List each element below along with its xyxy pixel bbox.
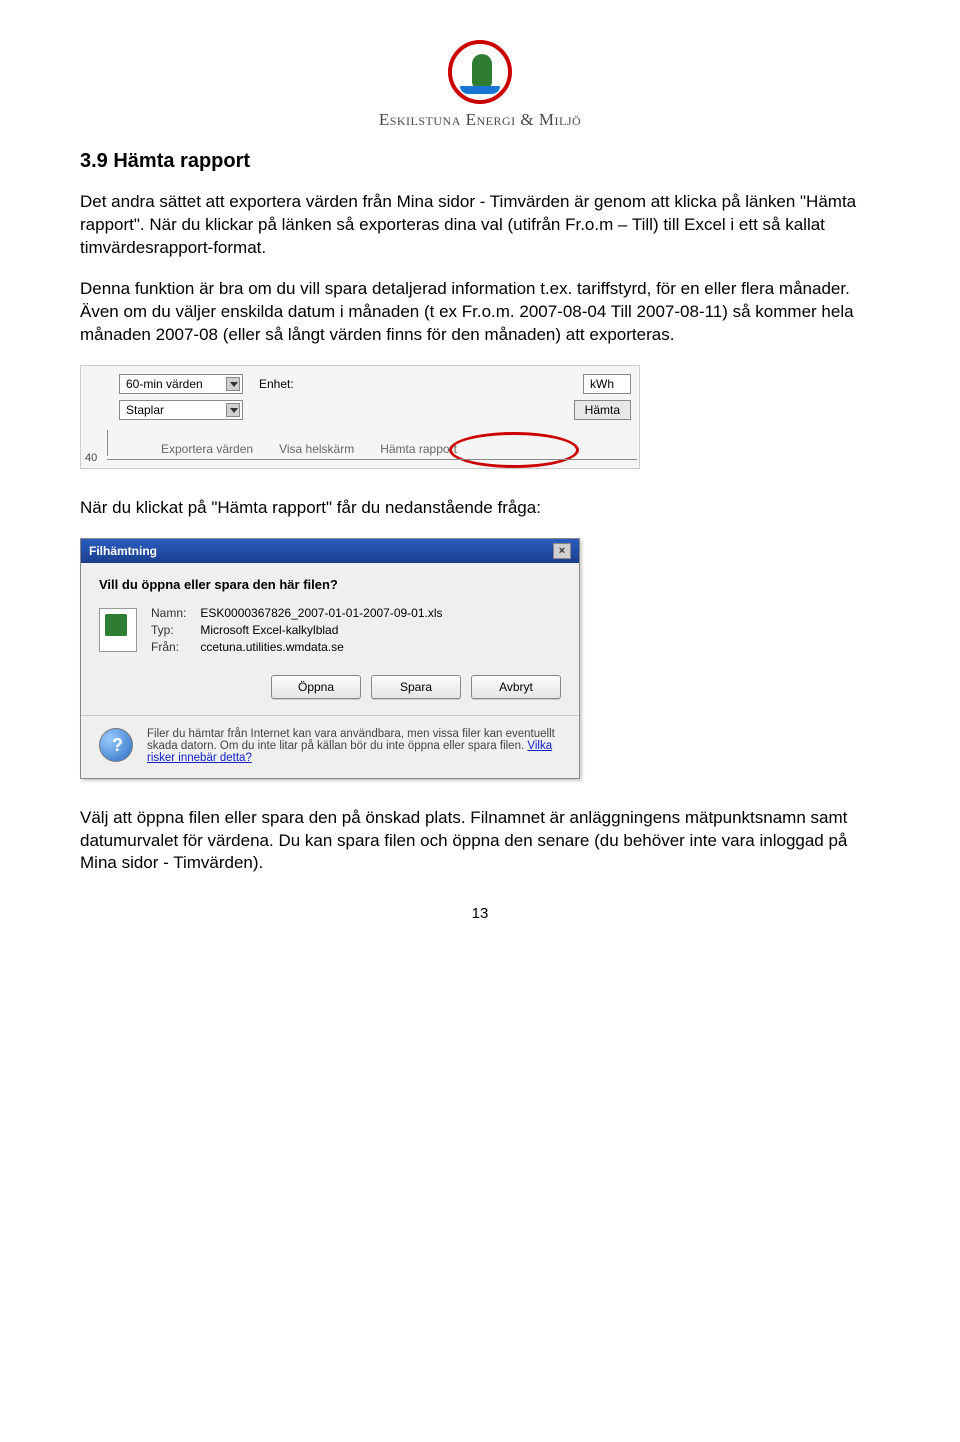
- file-source: ccetuna.utilities.wmdata.se: [200, 640, 343, 654]
- granularity-dropdown[interactable]: 60-min värden: [119, 374, 243, 394]
- dialog-titlebar: Filhämtning ×: [81, 539, 579, 563]
- chevron-down-icon: [226, 403, 240, 417]
- open-button[interactable]: Öppna: [271, 675, 361, 699]
- granularity-value: 60-min värden: [126, 377, 203, 391]
- brand-logo: Eskilstuna Energi & Miljö: [80, 40, 880, 130]
- save-button[interactable]: Spara: [371, 675, 461, 699]
- type-label: Typ:: [151, 623, 197, 637]
- brand-logo-mark: [448, 40, 512, 104]
- section-heading: 3.9 Hämta rapport: [80, 150, 880, 173]
- close-icon[interactable]: ×: [553, 543, 571, 559]
- cancel-button[interactable]: Avbryt: [471, 675, 561, 699]
- unit-field[interactable]: kWh: [583, 374, 631, 394]
- x-axis-line: [107, 459, 637, 460]
- fullscreen-link[interactable]: Visa helskärm: [279, 442, 354, 456]
- dialog-title: Filhämtning: [89, 544, 157, 558]
- toolbar-screenshot: 60-min värden Enhet: kWh Staplar Hämta E…: [80, 365, 640, 469]
- dialog-question: Vill du öppna eller spara den här filen?: [99, 577, 561, 592]
- file-type: Microsoft Excel-kalkylblad: [200, 623, 338, 637]
- name-label: Namn:: [151, 606, 197, 620]
- question-mark-icon: [99, 728, 133, 762]
- dialog-warning: Filer du hämtar från Internet kan vara a…: [147, 728, 561, 764]
- fetch-report-link[interactable]: Hämta rapport: [380, 442, 457, 456]
- export-values-link[interactable]: Exportera värden: [161, 442, 253, 456]
- download-dialog: Filhämtning × Vill du öppna eller spara …: [80, 538, 580, 779]
- divider: [81, 715, 579, 716]
- warning-text: Filer du hämtar från Internet kan vara a…: [147, 728, 555, 752]
- brand-logo-text: Eskilstuna Energi & Miljö: [379, 110, 581, 130]
- chart-type-value: Staplar: [126, 403, 164, 417]
- from-label: Från:: [151, 640, 197, 654]
- paragraph-4: Välj att öppna filen eller spara den på …: [80, 807, 880, 876]
- page-number: 13: [80, 905, 880, 922]
- document-page: Eskilstuna Energi & Miljö 3.9 Hämta rapp…: [0, 0, 960, 962]
- paragraph-3: När du klickat på "Hämta rapport" får du…: [80, 497, 880, 520]
- file-name: ESK0000367826_2007-01-01-2007-09-01.xls: [200, 606, 442, 620]
- unit-value: kWh: [590, 377, 614, 391]
- excel-file-icon: [99, 608, 137, 652]
- paragraph-2: Denna funktion är bra om du vill spara d…: [80, 278, 880, 347]
- fetch-button[interactable]: Hämta: [574, 400, 631, 420]
- chart-type-dropdown[interactable]: Staplar: [119, 400, 243, 420]
- paragraph-1: Det andra sättet att exportera värden fr…: [80, 191, 880, 260]
- chevron-down-icon: [226, 377, 240, 391]
- y-axis-line: [107, 430, 108, 456]
- y-axis-tick: 40: [85, 452, 97, 464]
- unit-label: Enhet:: [259, 377, 567, 391]
